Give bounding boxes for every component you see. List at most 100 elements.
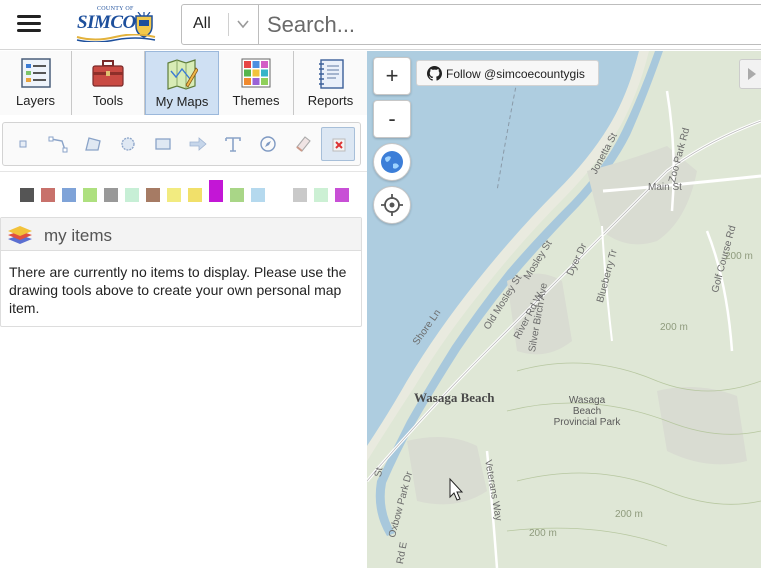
- tab-themes[interactable]: Themes: [219, 51, 294, 115]
- park-label-line: Beach: [572, 406, 602, 417]
- main-tabs: Layers Tools My Maps Themes Reports: [0, 51, 367, 115]
- tab-label: Layers: [15, 93, 56, 108]
- contour-line: [516, 472, 761, 505]
- arrow-tool-icon: [189, 137, 207, 151]
- circle-tool-icon: [121, 137, 135, 151]
- layers-list-icon: [20, 58, 51, 88]
- delete-tool-icon: [332, 138, 346, 152]
- drawing-tools-row: [2, 122, 361, 166]
- crosshair-icon: [381, 194, 403, 216]
- hamburger-icon: [17, 15, 41, 18]
- color-swatch[interactable]: [293, 188, 307, 202]
- my-items-header: my items: [1, 218, 361, 251]
- line-tool-icon: [48, 136, 68, 153]
- tab-my-maps[interactable]: My Maps: [145, 51, 219, 115]
- street-label: St: [373, 466, 386, 478]
- eraser-tool-icon: [296, 136, 311, 152]
- empty-items-message: There are currently no items to display.…: [9, 264, 347, 316]
- point-tool-button[interactable]: [6, 127, 40, 161]
- tab-label: Reports: [307, 93, 354, 108]
- tab-label: My Maps: [155, 94, 209, 109]
- color-swatch[interactable]: [41, 188, 55, 202]
- point-tool-icon: [19, 140, 27, 148]
- color-swatch[interactable]: [62, 188, 76, 202]
- town-label: Wasaga Beach: [414, 390, 495, 405]
- app-root: COUNTY OF SIMCOE All Search... Layers To…: [0, 0, 761, 568]
- my-items-title: my items: [44, 226, 112, 245]
- polygon-tool-icon: [85, 137, 101, 151]
- follow-button-label: Follow @simcoecountygis: [446, 67, 585, 81]
- tab-label: Themes: [232, 93, 280, 108]
- circle-tool-button[interactable]: [111, 127, 145, 161]
- basemap[interactable]: [367, 51, 761, 568]
- search-filter-value: All: [193, 15, 211, 32]
- tab-label: Tools: [92, 93, 124, 108]
- park-label-line: Provincial Park: [553, 417, 621, 428]
- park-label-line: Wasaga: [568, 395, 606, 406]
- color-swatch[interactable]: [146, 188, 160, 202]
- contour-label: 200 m: [529, 528, 557, 539]
- urban-area: [407, 437, 487, 505]
- locate-me-button[interactable]: [373, 186, 411, 224]
- hamburger-menu-button[interactable]: [17, 15, 41, 33]
- top-header: COUNTY OF SIMCOE All: [0, 0, 761, 50]
- search-filter-divider: [228, 13, 229, 36]
- report-notebook-icon: [318, 59, 344, 89]
- measure-tool-icon: [260, 136, 276, 152]
- map-view[interactable]: Wasaga Beach Wasaga Beach Provincial Par…: [367, 51, 761, 568]
- rectangle-tool-button[interactable]: [146, 127, 180, 161]
- hamburger-bar: [17, 22, 41, 25]
- toolbox-icon: [92, 60, 124, 87]
- chevron-right-icon: [748, 68, 756, 80]
- polygon-tool-button[interactable]: [76, 127, 110, 161]
- text-tool-button[interactable]: [216, 127, 250, 161]
- line-tool-button[interactable]: [41, 127, 75, 161]
- search-bar: All: [181, 4, 761, 45]
- color-swatch[interactable]: [209, 180, 223, 202]
- tab-layers[interactable]: Layers: [0, 51, 72, 115]
- drawing-toolbar: [0, 116, 367, 172]
- collapse-panel-button[interactable]: [739, 59, 761, 89]
- urban-area: [657, 387, 747, 465]
- sidebar-panel: Layers Tools My Maps Themes Reports my i…: [0, 51, 367, 568]
- simcoe-logo[interactable]: COUNTY OF SIMCOE: [75, 6, 157, 44]
- color-swatch[interactable]: [83, 188, 97, 202]
- follow-github-button[interactable]: Follow @simcoecountygis: [416, 60, 599, 86]
- zoom-in-button[interactable]: +: [373, 57, 411, 95]
- themes-grid-icon: [241, 58, 271, 88]
- search-input[interactable]: [260, 5, 760, 44]
- color-swatch[interactable]: [251, 188, 265, 202]
- measure-tool-button[interactable]: [251, 127, 285, 161]
- logo-wave-icon: [76, 34, 156, 42]
- hamburger-bar: [17, 29, 41, 32]
- color-swatch[interactable]: [188, 188, 202, 202]
- text-tool-icon: [225, 137, 241, 152]
- contour-label: 200 m: [615, 509, 643, 520]
- contour-line: [516, 362, 761, 392]
- color-swatch[interactable]: [125, 188, 139, 202]
- map-pencil-icon: [167, 59, 198, 90]
- tab-tools[interactable]: Tools: [72, 51, 145, 115]
- color-swatch[interactable]: [230, 188, 244, 202]
- zoom-out-button[interactable]: -: [373, 100, 411, 138]
- park-label: Wasaga Beach Provincial Park: [552, 395, 622, 428]
- chevron-down-icon: [237, 20, 249, 29]
- color-swatch[interactable]: [167, 188, 181, 202]
- color-swatch[interactable]: [314, 188, 328, 202]
- color-swatch[interactable]: [104, 188, 118, 202]
- contour-label: 200 m: [660, 322, 688, 333]
- globe-button[interactable]: [373, 143, 411, 181]
- stacked-layers-icon: [8, 226, 32, 244]
- color-swatch[interactable]: [20, 188, 34, 202]
- my-items-panel: my items There are currently no items to…: [0, 217, 362, 327]
- color-palette: [0, 178, 367, 208]
- tab-reports[interactable]: Reports: [294, 51, 367, 115]
- search-filter-select[interactable]: All: [182, 5, 259, 44]
- contour-label: 200 m: [725, 251, 753, 262]
- eraser-tool-button[interactable]: [286, 127, 320, 161]
- delete-tool-button[interactable]: [321, 127, 355, 161]
- arrow-tool-button[interactable]: [181, 127, 215, 161]
- globe-icon: [381, 151, 403, 173]
- color-swatch[interactable]: [335, 188, 349, 202]
- rectangle-tool-icon: [155, 138, 171, 150]
